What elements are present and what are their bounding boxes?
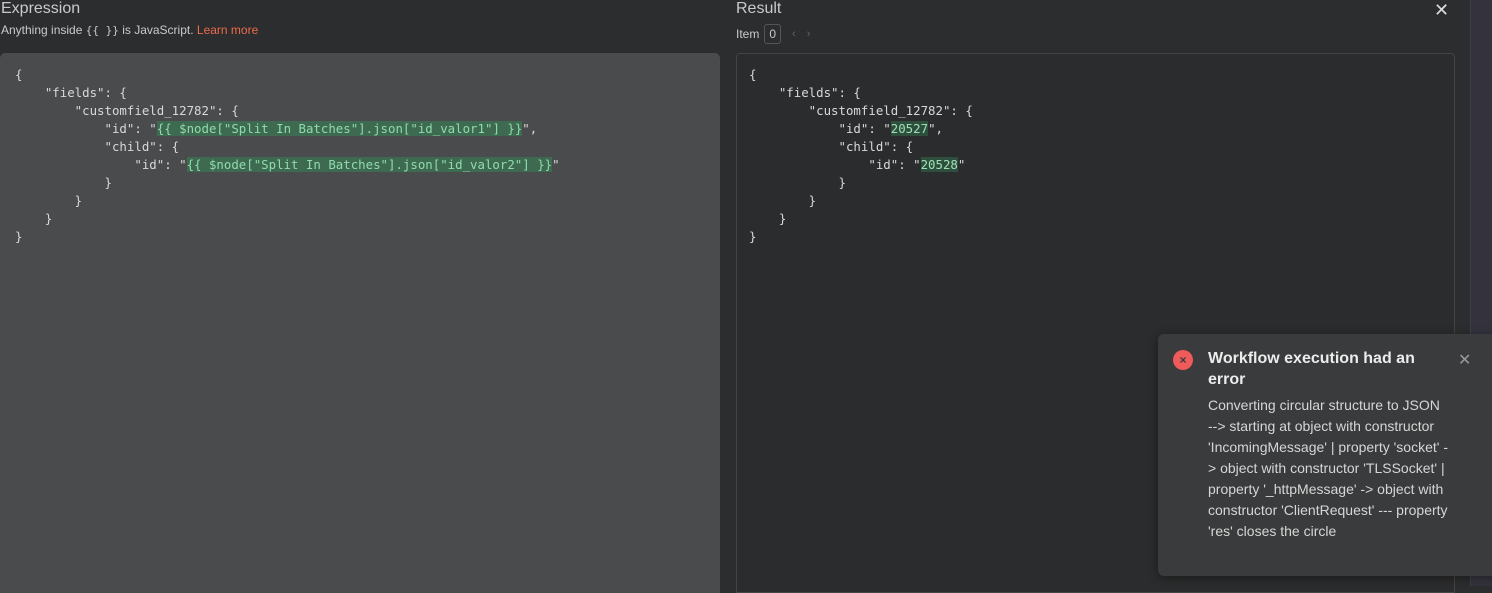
code-line: "id": "20527",: [749, 120, 973, 138]
code-text: "id": ": [749, 157, 921, 172]
code-text: "id": ": [749, 121, 891, 136]
code-line: "id": "{{ $node["Split In Batches"].json…: [15, 120, 560, 138]
code-text: "fields": {: [749, 85, 861, 100]
code-text: "id": ": [15, 157, 187, 172]
expression-code[interactable]: { "fields": { "customfield_12782": { "id…: [15, 66, 560, 246]
expression-title: Expression: [1, 0, 81, 17]
code-text: }: [15, 229, 23, 244]
code-text: "customfield_12782": {: [15, 103, 239, 118]
code-line: "fields": {: [749, 84, 973, 102]
code-text: }: [15, 211, 53, 226]
code-line: "fields": {: [15, 84, 560, 102]
item-selector: Item 0 ‹ ›: [736, 24, 810, 44]
close-icon[interactable]: ✕: [1434, 0, 1449, 21]
expression-token: 20528: [920, 157, 958, 172]
item-label: Item: [736, 27, 760, 41]
toast-title: Workflow execution had an error: [1208, 350, 1415, 388]
code-text: "id": ": [15, 121, 157, 136]
code-line: }: [749, 192, 973, 210]
code-text: ",: [928, 121, 943, 136]
expression-hint: Anything inside {{ }} is JavaScript. Lea…: [1, 23, 258, 37]
code-line: {: [749, 66, 973, 84]
code-line: {: [15, 66, 560, 84]
hint-text: Anything inside: [1, 23, 86, 37]
code-line: }: [749, 174, 973, 192]
code-line: "child": {: [15, 138, 560, 156]
code-line: }: [749, 228, 973, 246]
code-line: }: [15, 192, 560, 210]
code-text: "child": {: [15, 139, 180, 154]
hint-code: {{ }}: [85, 24, 119, 37]
code-text: {: [749, 67, 757, 82]
code-text: {: [15, 67, 23, 82]
code-line: "customfield_12782": {: [15, 102, 560, 120]
result-title: Result: [736, 0, 782, 17]
prev-item-button[interactable]: ‹: [792, 28, 796, 40]
result-code: { "fields": { "customfield_12782": { "id…: [749, 66, 973, 246]
code-line: "customfield_12782": {: [749, 102, 973, 120]
toast-message: Converting circular structure to JSON --…: [1208, 397, 1448, 539]
error-toast: × Workflow execution had an error Conver…: [1158, 334, 1492, 576]
code-text: "child": {: [749, 139, 914, 154]
code-text: }: [749, 175, 846, 190]
error-icon: ×: [1173, 350, 1193, 370]
code-line: "id": "{{ $node["Split In Batches"].json…: [15, 156, 560, 174]
code-text: ": [957, 157, 966, 172]
item-index-input[interactable]: 0: [764, 24, 782, 44]
expression-token: {{ $node["Split In Batches"].json["id_va…: [186, 157, 553, 172]
next-item-button[interactable]: ›: [807, 28, 811, 40]
code-text: "fields": {: [15, 85, 127, 100]
expression-token: 20527: [890, 121, 929, 136]
code-text: }: [15, 193, 83, 208]
code-text: ",: [522, 121, 538, 136]
code-line: }: [15, 228, 560, 246]
expression-token: {{ $node["Split In Batches"].json["id_va…: [156, 121, 523, 136]
code-line: "id": "20528": [749, 156, 973, 174]
code-line: }: [15, 210, 560, 228]
code-line: }: [15, 174, 560, 192]
learn-more-link[interactable]: Learn more: [197, 23, 258, 37]
code-text: }: [749, 229, 757, 244]
code-text: }: [749, 211, 787, 226]
code-text: }: [749, 193, 817, 208]
toast-close-icon[interactable]: ✕: [1458, 350, 1471, 370]
hint-text-suffix: is JavaScript.: [118, 23, 197, 37]
code-text: }: [15, 175, 112, 190]
code-line: }: [749, 210, 973, 228]
code-text: ": [552, 157, 560, 172]
code-line: "child": {: [749, 138, 973, 156]
code-text: "customfield_12782": {: [749, 103, 973, 118]
